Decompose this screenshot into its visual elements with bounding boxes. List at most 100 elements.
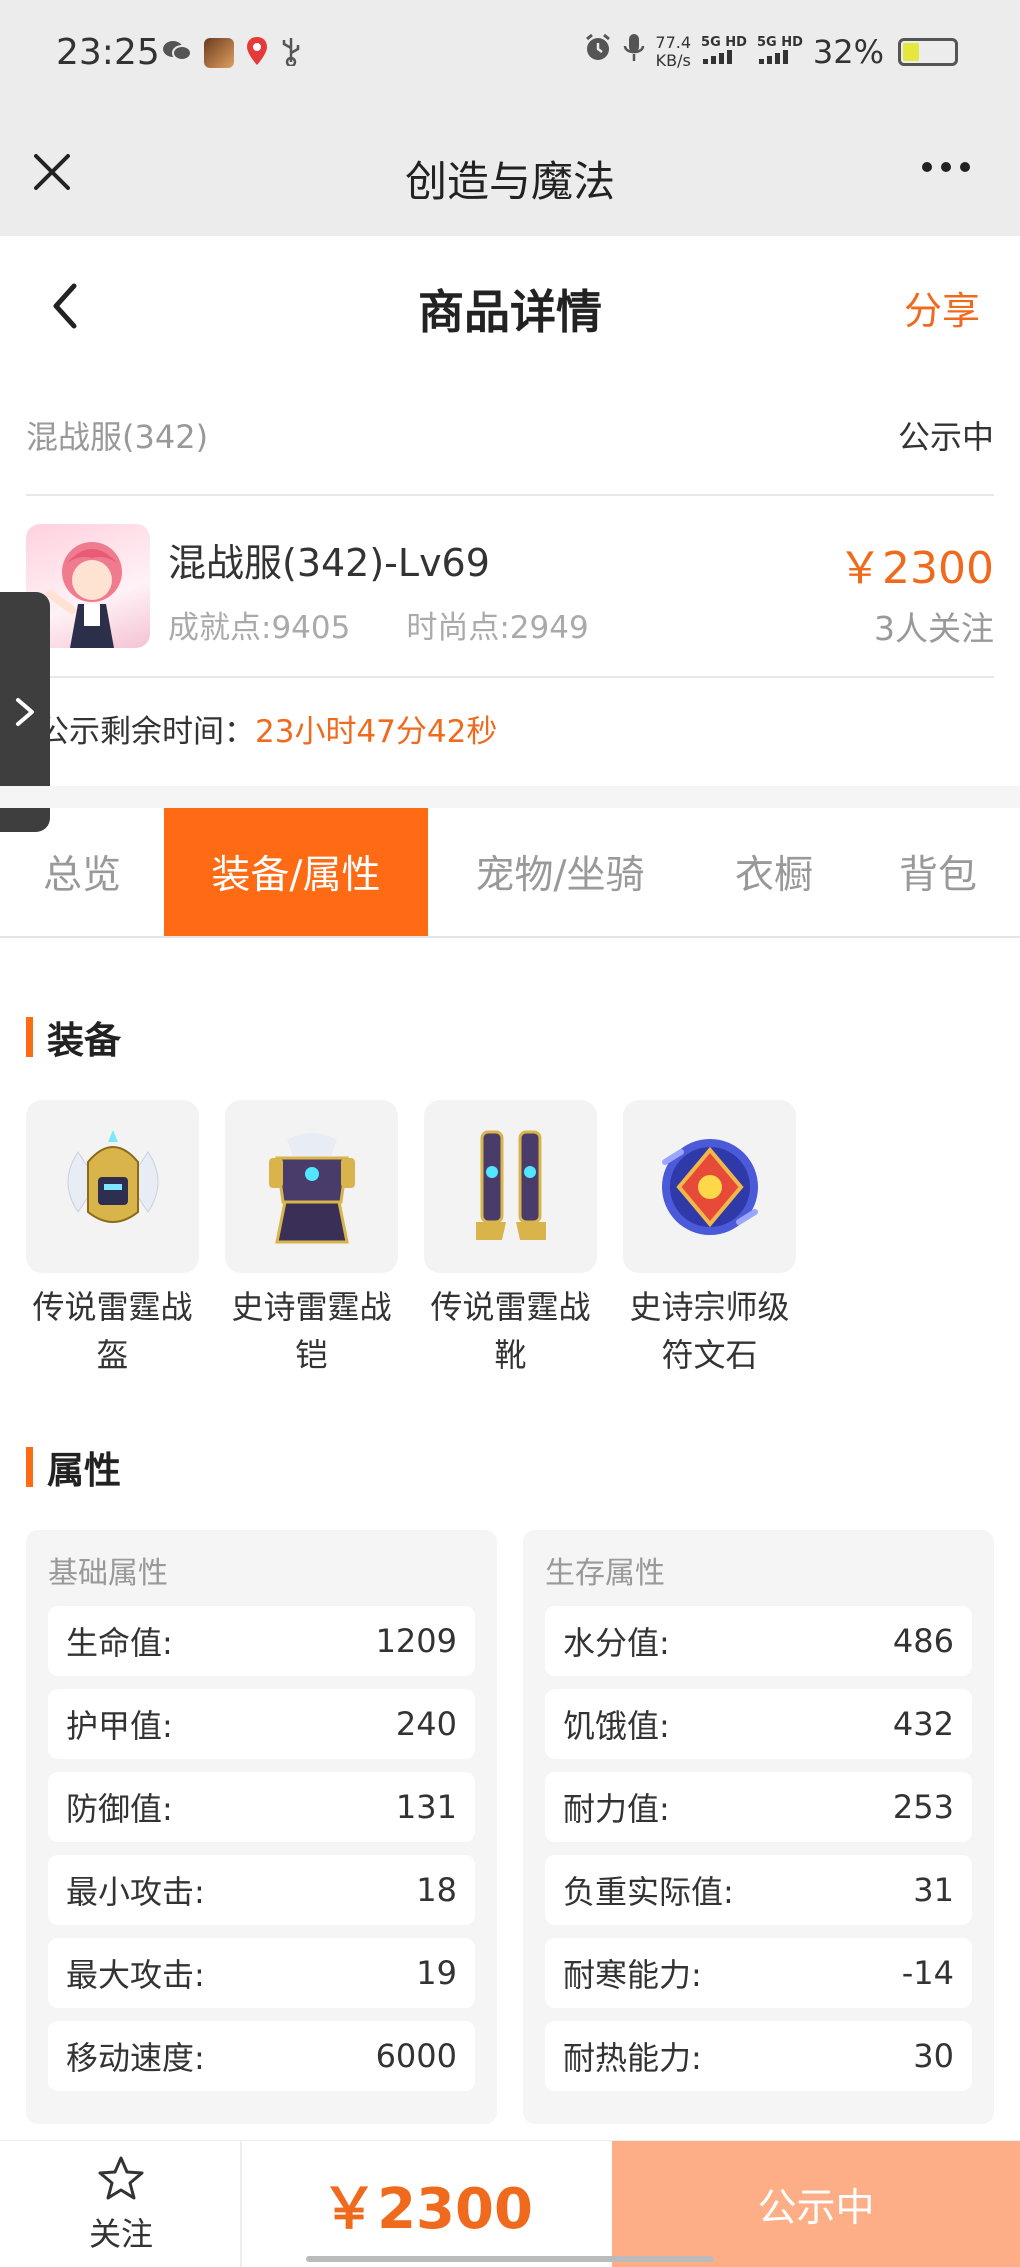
attributes-title: 属性 — [47, 1449, 121, 1492]
section-accent-bar — [26, 1017, 33, 1057]
signal-label-2: 5G HD — [756, 35, 803, 50]
basic-attributes-panel: 基础属性 生命值: 1209 护甲值: 240 防御值: 131 最小攻击: 18 最大… — [26, 1530, 497, 2124]
attribute-row: 生命值: 1209 — [48, 1606, 475, 1676]
attribute-label: 生命值: — [66, 1624, 173, 1662]
achievement-points: 成就点:9405 — [168, 610, 351, 646]
app-title: 创造与魔法 — [404, 157, 615, 206]
attribute-row: 移动速度: 6000 — [48, 2021, 475, 2091]
boots-icon — [424, 1100, 597, 1273]
more-button[interactable] — [922, 162, 970, 172]
survival-attributes-panel: 生存属性 水分值: 486 饥饿值: 432 耐力值: 253 负重实际值: 31 耐寒… — [523, 1530, 994, 2124]
follow-label: 关注 — [88, 2215, 153, 2253]
attribute-row: 防御值: 131 — [48, 1772, 475, 1842]
attribute-row: 水分值: 486 — [545, 1606, 972, 1676]
attribute-label: 最小攻击: — [66, 1873, 205, 1911]
equipment-item[interactable]: 史诗雷霆战铠 — [225, 1100, 398, 1379]
equipment-item[interactable]: 传说雷霆战靴 — [424, 1100, 597, 1379]
tab-bar: 总览 装备/属性 宠物/坐骑 衣橱 背包 — [0, 808, 1020, 938]
tab-label: 宠物/坐骑 — [475, 853, 645, 898]
usb-icon — [280, 36, 302, 70]
attribute-value: -14 — [901, 1954, 954, 1992]
attribute-value: 486 — [892, 1622, 954, 1660]
helmet-icon — [26, 1100, 199, 1273]
equipment-name: 史诗宗师级符文石 — [629, 1288, 790, 1374]
panel-title: 生存属性 — [545, 1556, 665, 1591]
attribute-row: 耐热能力: 30 — [545, 2021, 972, 2091]
attribute-value: 253 — [892, 1788, 954, 1826]
server-name: 混战服(342) — [26, 418, 209, 456]
battery-icon — [898, 38, 958, 66]
attribute-label: 护甲值: — [66, 1707, 173, 1745]
server-row: 混战服(342) 公示中 — [26, 388, 994, 496]
chevron-right-icon — [16, 698, 34, 726]
attribute-label: 耐寒能力: — [563, 1956, 702, 1994]
attribute-label: 耐热能力: — [563, 2039, 702, 2077]
alarm-icon — [583, 33, 613, 71]
attributes-section-title: 属性 — [26, 1440, 121, 1494]
tab-wardrobe[interactable]: 衣橱 — [692, 808, 856, 936]
tab-label: 衣橱 — [734, 853, 813, 898]
bottom-action-bar: 关注 ￥2300 公示中 — [0, 2140, 1020, 2267]
equipment-section-title: 装备 — [26, 1010, 121, 1064]
attribute-value: 240 — [395, 1705, 457, 1743]
share-button[interactable]: 分享 — [904, 280, 980, 335]
status-bar: 23:25 77.4 KB/s 5G HD 5G HD 32% — [0, 0, 1020, 110]
app-header: 创造与魔法 — [0, 110, 1020, 236]
attribute-value: 31 — [913, 1871, 954, 1909]
listing-status: 公示中 — [897, 418, 994, 456]
tab-overview[interactable]: 总览 — [0, 808, 164, 936]
signal-indicator-2: 5G HD — [757, 36, 803, 68]
more-dot-icon — [922, 162, 932, 172]
attribute-panels: 基础属性 生命值: 1209 护甲值: 240 防御值: 131 最小攻击: 18 最大… — [26, 1530, 994, 2124]
signal-bars-icon — [758, 50, 788, 64]
character-name: 混战服(342)-Lv69 — [168, 541, 490, 585]
attribute-row: 饥饿值: 432 — [545, 1689, 972, 1759]
attribute-label: 耐力值: — [563, 1790, 670, 1828]
attribute-label: 最大攻击: — [66, 1956, 205, 1994]
follow-button[interactable]: 关注 — [0, 2141, 242, 2267]
countdown-label: 公示剩余时间： — [38, 714, 255, 750]
attribute-label: 移动速度: — [66, 2039, 205, 2077]
tab-equipment-attributes[interactable]: 装备/属性 — [164, 808, 428, 936]
tab-label: 总览 — [42, 853, 121, 898]
countdown-value: 23小时47分42秒 — [255, 714, 498, 750]
attribute-value: 18 — [416, 1871, 457, 1909]
microphone-icon — [623, 32, 645, 72]
notification-icons — [162, 36, 302, 70]
attribute-label: 水分值: — [563, 1624, 670, 1662]
rune-stone-icon — [623, 1100, 796, 1273]
equipment-item[interactable]: 传说雷霆战盔 — [26, 1100, 199, 1379]
attribute-row: 最小攻击: 18 — [48, 1855, 475, 1925]
tab-label: 装备/属性 — [211, 853, 381, 898]
tab-label: 背包 — [898, 853, 977, 898]
follower-count: 3人关注 — [874, 609, 994, 648]
attribute-value: 432 — [892, 1705, 954, 1743]
character-stats: 成就点:9405 时尚点:2949 — [168, 602, 589, 647]
game-app-icon — [204, 38, 234, 68]
signal-bars-icon — [703, 50, 733, 64]
status-action-button[interactable]: 公示中 — [612, 2141, 1020, 2267]
attribute-row: 护甲值: 240 — [48, 1689, 475, 1759]
attribute-value: 19 — [416, 1954, 457, 1992]
attribute-row: 耐力值: 253 — [545, 1772, 972, 1842]
tab-pets-mounts[interactable]: 宠物/坐骑 — [428, 808, 692, 936]
wechat-icon — [162, 38, 192, 68]
signal-indicator-1: 5G HD — [701, 36, 747, 68]
network-speed-value: 77.4 — [655, 33, 692, 52]
star-icon — [98, 2156, 144, 2200]
equipment-item[interactable]: 史诗宗师级符文石 — [623, 1100, 796, 1379]
bottom-price: ￥2300 — [321, 2177, 533, 2242]
equipment-grid: 传说雷霆战盔 史诗雷霆战铠 传说雷霆战靴 史诗宗师级符文石 — [26, 1100, 796, 1379]
home-indicator — [306, 2256, 714, 2262]
attribute-row: 耐寒能力: -14 — [545, 1938, 972, 2008]
tab-backpack[interactable]: 背包 — [856, 808, 1020, 936]
status-time: 23:25 — [56, 32, 160, 73]
listing-price: ￥2300 — [838, 543, 994, 594]
character-card[interactable]: 混战服(342)-Lv69 成就点:9405 时尚点:2949 ￥2300 3人… — [26, 496, 994, 678]
attribute-label: 负重实际值: — [563, 1873, 734, 1911]
equipment-name: 传说雷霆战盔 — [32, 1288, 193, 1374]
section-divider — [0, 786, 1020, 808]
attribute-value: 131 — [395, 1788, 457, 1826]
equipment-name: 传说雷霆战靴 — [430, 1288, 591, 1374]
armor-icon — [225, 1100, 398, 1273]
